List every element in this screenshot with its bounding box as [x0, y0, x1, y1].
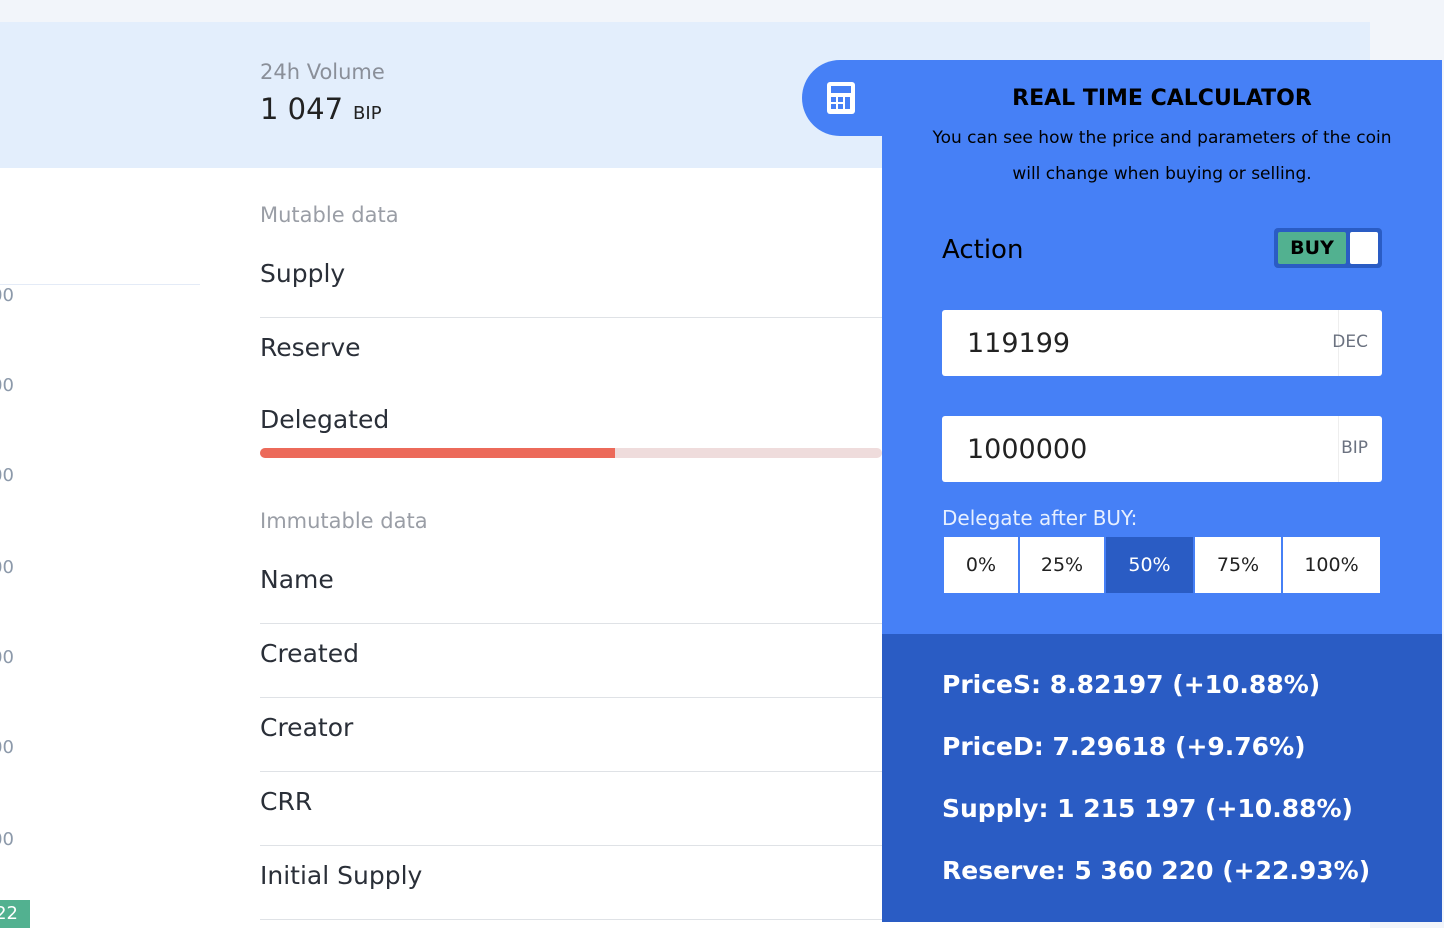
bip-amount-input[interactable] [942, 416, 1332, 482]
result-supply: Supply: 1 215 197 (+10.88%) [942, 794, 1353, 823]
coin-amount-input[interactable] [942, 310, 1332, 376]
mutable-data-title: Mutable data [260, 203, 399, 227]
axis-tick: 00 [0, 829, 14, 850]
volume-amount: 1 047 [260, 92, 344, 126]
toggle-label: BUY [1278, 232, 1346, 264]
row-crr: CRR [260, 772, 882, 846]
bip-amount-field[interactable]: BIP [942, 416, 1382, 482]
axis-tick: 00 [0, 285, 14, 306]
row-name: Name [260, 550, 882, 624]
percent-50[interactable]: 50% [1106, 537, 1193, 593]
chart-badge: 22 [0, 900, 30, 928]
immutable-data-title: Immutable data [260, 509, 428, 533]
result-reserve: Reserve: 5 360 220 (+22.93%) [942, 856, 1371, 885]
row-reserve: Reserve [260, 333, 361, 362]
row-supply: Supply [260, 244, 882, 318]
buy-sell-toggle[interactable]: BUY [1274, 228, 1382, 268]
row-created: Created [260, 624, 882, 698]
delegated-progress-fill [260, 448, 615, 458]
volume-unit: BIP [353, 103, 382, 124]
result-price-d: PriceD: 7.29618 (+9.76%) [942, 732, 1306, 761]
calculator-description: You can see how the price and parameters… [932, 128, 1392, 184]
volume-label: 24h Volume [260, 60, 385, 84]
divider [1338, 416, 1339, 482]
delegated-progress-bar [260, 448, 882, 458]
calculator-results: PriceS: 8.82197 (+10.88%) PriceD: 7.2961… [882, 634, 1442, 922]
calculator-icon[interactable] [827, 82, 855, 114]
chart-gridline [0, 284, 200, 285]
delegate-percent-group: 0% 25% 50% 75% 100% [942, 535, 1382, 593]
percent-100[interactable]: 100% [1283, 537, 1380, 593]
axis-tick: 00 [0, 465, 14, 486]
delegate-label: Delegate after BUY: [942, 506, 1138, 530]
coin-unit: DEC [1332, 332, 1368, 352]
row-creator: Creator [260, 698, 882, 772]
axis-tick: 00 [0, 557, 14, 578]
action-label: Action [942, 235, 1024, 265]
row-initial-supply: Initial Supply [260, 846, 882, 920]
axis-tick: 00 [0, 647, 14, 668]
volume-value: 1 047 BIP [260, 92, 382, 126]
axis-tick: 00 [0, 737, 14, 758]
bip-unit: BIP [1341, 438, 1368, 458]
toggle-knob [1350, 232, 1378, 264]
coin-amount-field[interactable]: DEC [942, 310, 1382, 376]
percent-75[interactable]: 75% [1195, 537, 1281, 593]
percent-0[interactable]: 0% [944, 537, 1018, 593]
calculator-title: REAL TIME CALCULATOR [1012, 86, 1312, 111]
result-price-s: PriceS: 8.82197 (+10.88%) [942, 670, 1321, 699]
percent-25[interactable]: 25% [1020, 537, 1104, 593]
axis-tick: 00 [0, 375, 14, 396]
